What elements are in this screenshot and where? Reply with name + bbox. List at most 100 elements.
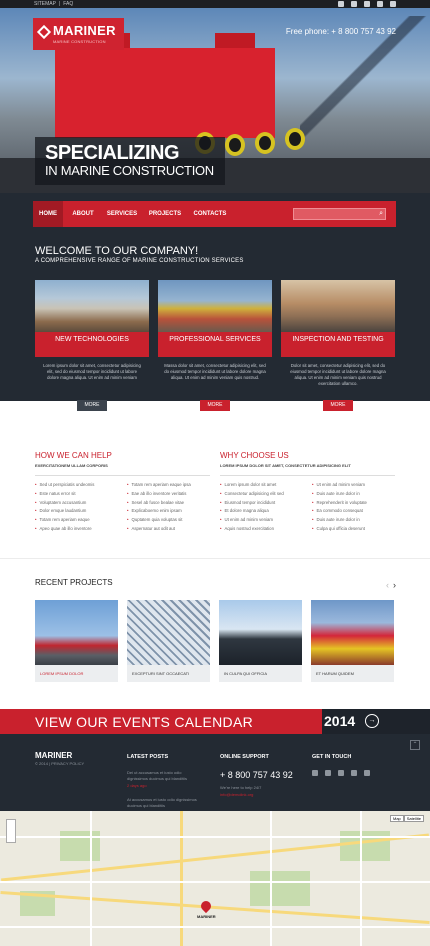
- inspector-image: [281, 280, 395, 332]
- service-card: Inspection and testing Dolor sit amet, c…: [281, 280, 395, 387]
- map-street: [360, 811, 362, 946]
- nav-item-contacts[interactable]: CONTACTS: [190, 201, 230, 227]
- map-street: [0, 926, 430, 928]
- list-item: Lorem ipsum dolor sit amet: [220, 482, 310, 491]
- sitemap-link[interactable]: SITEMAP: [34, 0, 56, 8]
- facebook-icon[interactable]: [338, 1, 344, 7]
- list-item: Sesel ab fusce bealae vitae: [127, 500, 217, 509]
- map-pin-icon[interactable]: [198, 898, 214, 914]
- facebook-icon[interactable]: [312, 770, 318, 776]
- location-map[interactable]: MARINER Map Satellite: [0, 811, 430, 946]
- more-button[interactable]: MORE: [77, 400, 107, 411]
- search-input[interactable]: ⌕: [293, 208, 386, 220]
- project-card[interactable]: IN CULPA QUI OFFICIA: [219, 600, 302, 682]
- events-banner[interactable]: VIEW OUR EVENTS CALENDAR: [0, 709, 322, 734]
- events-year: 2014: [324, 713, 356, 729]
- hero-line-2: IN MARINE CONSTRUCTION: [45, 163, 214, 178]
- rss-icon[interactable]: [364, 1, 370, 7]
- list-item: Eae ab illo inventore veritatis: [127, 491, 217, 500]
- logo[interactable]: MARINER MARINE CONSTRUCTION: [33, 18, 124, 50]
- wheel: [255, 132, 275, 154]
- project-card[interactable]: EXCEPTURI SINT OCCAECATI: [127, 600, 210, 682]
- help-list-2: Totam rem aperiam eaque ipsa Eae ab illo…: [127, 482, 217, 535]
- why-subtitle: LOREM IPSUM DOLOR SIT AMET, CONSECTETUR …: [220, 463, 351, 468]
- list-item: Aspernatur aut odit aut: [127, 526, 217, 535]
- project-caption: IN CULPA QUI OFFICIA: [219, 665, 302, 682]
- list-item: Dolor emque laudantium: [35, 508, 120, 517]
- faq-link[interactable]: FAQ: [63, 0, 73, 8]
- hero-line-1: SPECIALIZING: [45, 142, 180, 164]
- pinterest-icon[interactable]: [377, 1, 383, 7]
- service-title[interactable]: Professional services: [158, 332, 272, 357]
- hero-slogan: SPECIALIZING IN MARINE CONSTRUCTION: [35, 137, 225, 185]
- project-image: [35, 600, 118, 665]
- nav-item-services[interactable]: SERVICES: [103, 201, 141, 227]
- service-text: Dolor sit amet, consectetur adipisicing …: [290, 363, 386, 386]
- nav-item-home[interactable]: HOME: [33, 201, 63, 227]
- port-crane-image: [300, 16, 430, 156]
- list-item: Totam rem aperiam eaque ipsa: [127, 482, 217, 491]
- project-caption: EXCEPTURI SINT OCCAECATI: [127, 665, 210, 682]
- google-plus-icon[interactable]: [325, 770, 331, 776]
- rss-icon[interactable]: [338, 770, 344, 776]
- post-text[interactable]: At accusamus et iusto odio dignissimos d…: [127, 797, 199, 809]
- map-street: [90, 811, 92, 946]
- list-item: Quptatem quia voluptas sit: [127, 517, 217, 526]
- pinterest-icon[interactable]: [351, 770, 357, 776]
- get-in-touch-title: GET IN TOUCH: [312, 754, 352, 760]
- service-card: NEW TECHNOLOGIES Lorem ipsum dolor sit a…: [35, 280, 149, 381]
- linkedin-icon[interactable]: [390, 1, 396, 7]
- online-support-title: ONLINE SUPPORT: [220, 754, 269, 760]
- next-arrow-icon[interactable]: ›: [393, 580, 396, 590]
- top-social-icons: [338, 1, 396, 7]
- wheel: [225, 134, 245, 156]
- back-to-top-icon[interactable]: ⌃: [410, 740, 420, 750]
- port-cranes-image: [158, 280, 272, 332]
- header-phone: Free phone: + 8 800 757 43 92: [285, 27, 396, 36]
- list-item: Ut enim ad minim veniam: [220, 517, 310, 526]
- service-card: Professional services Massa dolor sit am…: [158, 280, 272, 381]
- project-card[interactable]: ET HARUM QUIDEM: [311, 600, 394, 682]
- arrow-right-icon[interactable]: →: [365, 714, 379, 728]
- list-item: Consectetur adipisicing elit sed: [220, 491, 310, 500]
- list-item: Duis aute irure dolor in: [312, 517, 402, 526]
- nav-item-projects[interactable]: PROJECTS: [146, 201, 184, 227]
- top-links: SITEMAP | FAQ: [34, 0, 73, 8]
- project-image: [127, 600, 210, 665]
- straddle-carrier-image: [55, 48, 275, 138]
- map-street: [270, 811, 272, 946]
- search-icon[interactable]: ⌕: [379, 210, 383, 218]
- year-box: 2014 →: [322, 709, 430, 734]
- map-zoom-control[interactable]: [6, 819, 16, 843]
- support-phone: + 8 800 757 43 92: [220, 770, 293, 780]
- list-item: Culpa qui officia deserunt: [312, 526, 402, 535]
- welcome-title: WELCOME TO OUR COMPANY!: [35, 245, 199, 257]
- post-text[interactable]: Dei ut accusamus et iusto odio dignissim…: [127, 770, 199, 782]
- more-button[interactable]: MORE: [200, 400, 230, 411]
- more-button[interactable]: MORE: [323, 400, 353, 411]
- list-item: Reprehenderit in voluptate: [312, 500, 402, 509]
- map-button[interactable]: Map: [389, 815, 404, 822]
- list-item: Ea commodo consequat: [312, 508, 402, 517]
- service-title[interactable]: NEW TECHNOLOGIES: [35, 332, 149, 357]
- tanks-image: [35, 280, 149, 332]
- service-title[interactable]: Inspection and testing: [281, 332, 395, 357]
- list-item: Ut enim ad minim veniam: [312, 482, 402, 491]
- link-separator: |: [58, 1, 61, 7]
- footer-brand: MARINER: [35, 751, 73, 760]
- service-text: Lorem ipsum dolor sit amet, consectetur …: [43, 363, 141, 380]
- events-title: VIEW OUR EVENTS CALENDAR: [35, 714, 254, 730]
- google-plus-icon[interactable]: [351, 1, 357, 7]
- support-email[interactable]: info@demolink.org: [220, 792, 253, 797]
- map-park: [250, 871, 310, 906]
- why-title: WHY CHOOSE US: [220, 451, 289, 460]
- satellite-button[interactable]: Satellite: [403, 815, 424, 822]
- project-card[interactable]: LOREM IPSUM DOLOR: [35, 600, 118, 682]
- post-date: 2 days ago: [127, 783, 147, 788]
- prev-arrow-icon[interactable]: ‹: [386, 580, 389, 590]
- list-item: Et dolore magna aliqua: [220, 508, 310, 517]
- nav-item-about[interactable]: ABOUT: [67, 201, 99, 227]
- wheel: [285, 128, 305, 150]
- help-list-1: Sed ut perspiciatis undeomis Este natus …: [35, 482, 120, 535]
- linkedin-icon[interactable]: [364, 770, 370, 776]
